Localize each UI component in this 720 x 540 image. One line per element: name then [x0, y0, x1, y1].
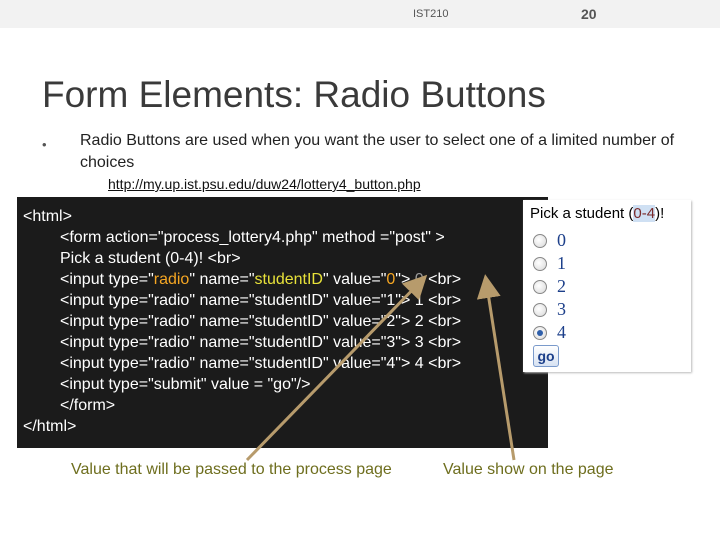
- annotation-arrows: [245, 274, 516, 462]
- arrow-to-shown-value: [476, 274, 516, 461]
- caption-value-passed: Value that will be passed to the process…: [71, 461, 392, 478]
- caption-value-shown: Value show on the page: [443, 461, 614, 478]
- arrow-to-value-attribute: [245, 274, 428, 462]
